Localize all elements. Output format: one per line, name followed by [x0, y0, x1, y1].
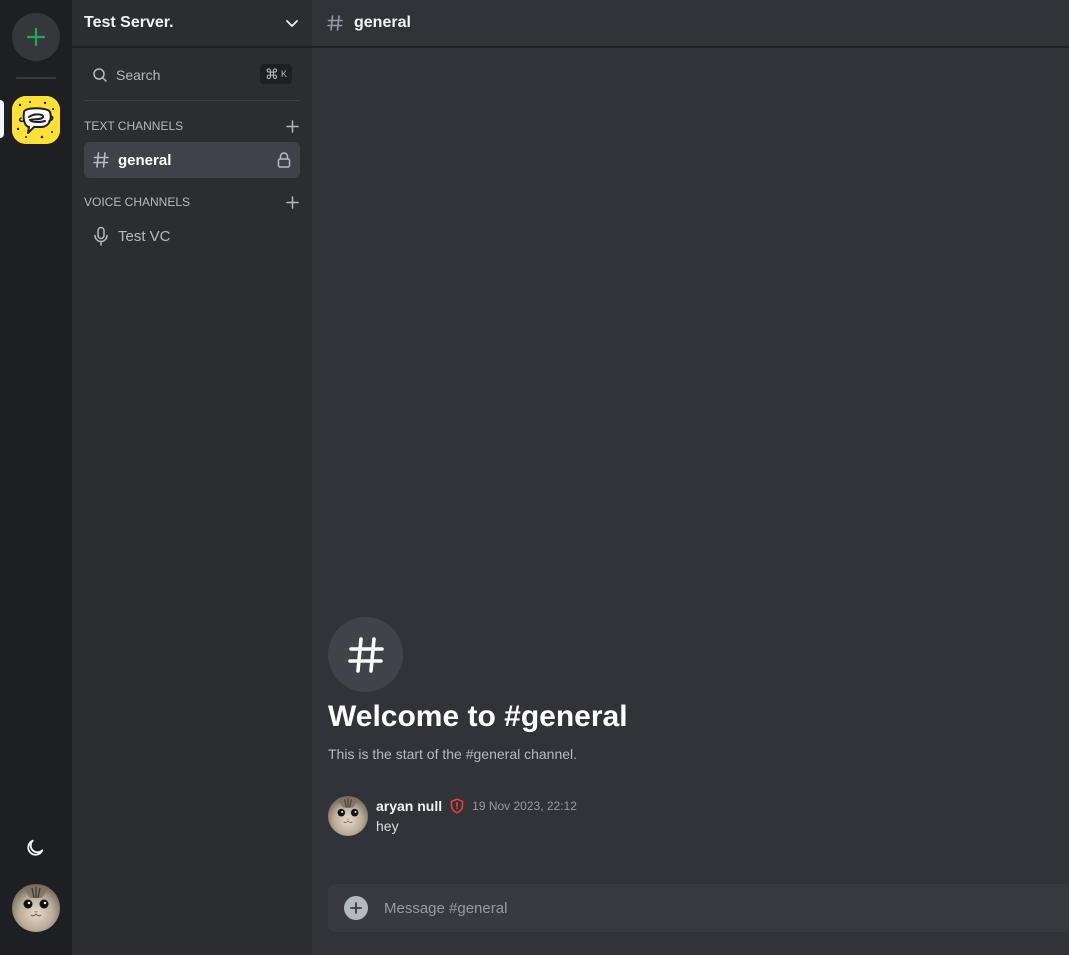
message-input[interactable]: [384, 899, 984, 917]
add-voice-channel-button[interactable]: [284, 194, 300, 210]
channel-item-general[interactable]: general: [84, 142, 300, 178]
category-label: TEXT CHANNELS: [84, 119, 184, 133]
hash-icon: [327, 15, 343, 31]
category-label: VOICE CHANNELS: [84, 195, 191, 209]
welcome-subtitle: This is the start of the #general channe…: [328, 746, 578, 762]
message-body: aryan null 19 Nov 2023, 22:12 hey: [376, 796, 577, 836]
message-avatar[interactable]: [328, 796, 368, 836]
lock-icon: [277, 152, 291, 168]
channel-item-test-vc[interactable]: Test VC: [84, 218, 300, 254]
message-composer: [328, 884, 1069, 932]
message-author[interactable]: aryan null: [376, 798, 442, 814]
channel-sidebar: Test Server. Search ⌘ K TEXT CHANNELS ge…: [72, 0, 312, 955]
app: Test Server. Search ⌘ K TEXT CHANNELS ge…: [0, 0, 1069, 955]
cat-avatar-icon: [12, 884, 60, 932]
message-timestamp: 19 Nov 2023, 22:12: [472, 799, 577, 813]
rail-divider: [16, 77, 56, 79]
welcome-title: Welcome to #general: [328, 700, 628, 733]
message-content: hey: [376, 818, 399, 834]
channel-lock: [276, 151, 292, 174]
shield-alert-icon: [450, 798, 464, 814]
channel-title: general: [354, 14, 411, 31]
moon-icon: [27, 839, 44, 856]
category-voice-channels[interactable]: VOICE CHANNELS: [84, 192, 300, 212]
plus-icon: [285, 119, 299, 133]
search-button[interactable]: Search ⌘ K: [84, 60, 300, 90]
attach-button[interactable]: [344, 896, 368, 920]
hash-icon: [347, 636, 384, 673]
plus-icon: [26, 27, 46, 47]
add-text-channel-button[interactable]: [284, 118, 300, 134]
channel-name: general: [118, 151, 172, 169]
sidebar-divider: [84, 100, 300, 101]
chat-bubble-logo-icon: [12, 96, 60, 144]
server-name: Test Server.: [84, 14, 174, 31]
search-label: Search: [116, 67, 161, 83]
selected-server-indicator: [0, 100, 4, 138]
chat-main: general Welcome to #general This is the …: [312, 0, 1069, 955]
plus-icon: [285, 195, 299, 209]
plus-icon: [350, 902, 362, 914]
search-icon: [93, 68, 107, 82]
hash-icon: [93, 152, 109, 168]
add-server-button[interactable]: [12, 13, 60, 61]
theme-toggle-button[interactable]: [24, 837, 46, 859]
command-key-icon: ⌘: [264, 65, 279, 82]
server-rail: [0, 0, 72, 955]
welcome-hash-badge: [328, 617, 403, 692]
message-item: aryan null 19 Nov 2023, 22:12 hey: [328, 796, 577, 836]
channel-name: Test VC: [118, 227, 171, 245]
server-icon-test-server[interactable]: [12, 96, 60, 144]
channel-header: general: [312, 0, 1069, 48]
cat-avatar-icon: [328, 796, 368, 836]
chevron-down-icon: [286, 20, 298, 27]
microphone-icon: [94, 226, 108, 246]
user-avatar[interactable]: [12, 884, 60, 932]
search-shortcut-badge: ⌘ K: [259, 64, 292, 84]
message-meta: aryan null 19 Nov 2023, 22:12: [376, 797, 577, 815]
server-header-button[interactable]: Test Server.: [72, 0, 312, 48]
category-text-channels[interactable]: TEXT CHANNELS: [84, 116, 300, 136]
shortcut-key: K: [280, 69, 287, 79]
